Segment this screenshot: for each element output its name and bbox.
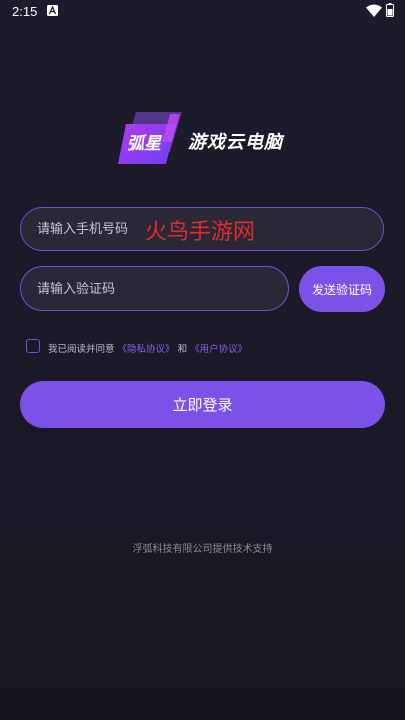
agreement-conjunction: 和 bbox=[177, 344, 188, 355]
agree-checkbox[interactable] bbox=[26, 339, 40, 353]
battery-icon bbox=[386, 3, 394, 17]
status-bar: 2:15 bbox=[0, 0, 405, 24]
user-agreement-link[interactable]: 《用户协议》 bbox=[190, 344, 247, 355]
phone-input[interactable] bbox=[35, 208, 149, 251]
agreement-row: 我已阅读并同意 《隐私协议》 和 《用户协议》 bbox=[26, 339, 326, 356]
watermark-text: 火鸟手游网 bbox=[145, 220, 256, 245]
logo-mark-text: 弧星 bbox=[127, 134, 161, 154]
agreement-text: 我已阅读并同意 《隐私协议》 和 《用户协议》 bbox=[48, 341, 247, 355]
login-button[interactable]: 立即登录 bbox=[20, 381, 385, 428]
privacy-policy-link[interactable]: 《隐私协议》 bbox=[118, 344, 175, 355]
footer-text: 浮弧科技有限公司提供技术支持 bbox=[132, 544, 273, 555]
notification-a-icon bbox=[47, 5, 58, 16]
code-field[interactable] bbox=[20, 266, 289, 311]
send-code-button[interactable]: 发送验证码 bbox=[299, 266, 385, 312]
agreement-prefix: 我已阅读并同意 bbox=[48, 344, 115, 355]
verification-code-input[interactable] bbox=[35, 267, 269, 311]
status-time: 2:15 bbox=[12, 4, 38, 19]
phone-field[interactable]: 火鸟手游网 bbox=[20, 207, 384, 251]
app-name: 游戏云电脑 bbox=[188, 132, 283, 153]
wifi-icon bbox=[366, 4, 382, 17]
app-logo: 弧星 游戏云电脑 bbox=[118, 112, 294, 168]
